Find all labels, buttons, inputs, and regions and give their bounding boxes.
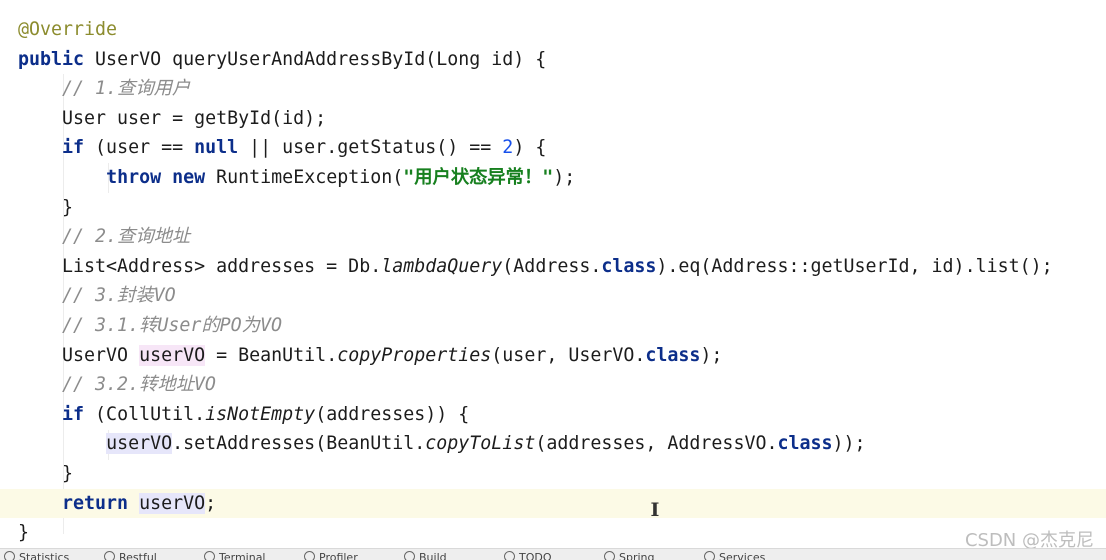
code-token: isNotEmpty <box>205 403 316 425</box>
code-token: @Override <box>18 19 118 40</box>
code-token: UserVO <box>18 344 140 366</box>
code-line[interactable]: // 2.查询地址 <box>0 222 1106 251</box>
code-token: ).eq(Address::getUserId, id).list(); <box>656 255 1053 277</box>
code-token: throw <box>106 167 162 188</box>
code-token: (addresses, AddressVO. <box>535 433 778 455</box>
code-line[interactable]: if (CollUtil.isNotEmpty(addresses)) { <box>0 400 1106 429</box>
code-token: null <box>194 137 239 159</box>
code-token: "用户状态异常！" <box>403 167 554 188</box>
code-line[interactable]: // 3.2.转地址VO <box>0 370 1106 399</box>
code-token: new <box>172 167 206 188</box>
code-line[interactable]: userVO.setAddresses(BeanUtil.copyToList(… <box>0 429 1106 458</box>
code-line[interactable]: throw new RuntimeException("用户状态异常！"); <box>0 163 1106 192</box>
code-token: ); <box>553 167 576 188</box>
code-line[interactable]: UserVO userVO = BeanUtil.copyProperties(… <box>0 341 1106 370</box>
code-token: copyProperties <box>337 344 492 366</box>
code-token: (user, UserVO. <box>491 344 646 366</box>
code-token: User user = getById(id); <box>18 107 327 129</box>
code-line[interactable]: // 1.查询用户 <box>0 74 1106 103</box>
code-token: ); <box>700 344 723 366</box>
text-cursor-icon: I <box>650 499 660 521</box>
code-line[interactable]: @Override <box>0 15 1106 44</box>
code-token: UserVO queryUserAndAddressById(Long id) … <box>84 48 547 70</box>
code-token: if <box>62 403 85 425</box>
code-token: userVO <box>106 433 173 455</box>
code-token: lambdaQuery <box>381 255 503 277</box>
code-line[interactable]: List<Address> addresses = Db.lambdaQuery… <box>0 252 1106 281</box>
code-token: 2 <box>502 137 514 159</box>
code-token: (addresses)) { <box>315 403 470 425</box>
code-token: (Address. <box>502 255 602 277</box>
code-token: = BeanUtil. <box>205 344 338 366</box>
code-line[interactable]: if (user == null || user.getStatus() == … <box>0 133 1106 162</box>
code-token: } <box>18 463 74 484</box>
code-token: // 3.2.转地址VO <box>62 374 216 396</box>
code-line[interactable]: } <box>0 518 1106 547</box>
code-token: class <box>645 344 701 366</box>
code-token: copyToList <box>425 433 536 455</box>
code-token: // 3.1.转User的PO为VO <box>62 315 282 336</box>
code-token: userVO <box>139 492 206 514</box>
code-token: class <box>777 433 833 455</box>
code-token: // 1.查询用户 <box>62 78 191 100</box>
code-token: || user.getStatus() == <box>238 137 503 159</box>
code-token: // 2.查询地址 <box>62 226 191 248</box>
code-token: // 3.封装VO <box>62 285 176 307</box>
code-token: (CollUtil. <box>84 403 206 425</box>
code-token: ; <box>205 492 217 514</box>
code-token: if <box>62 137 85 159</box>
code-token: userVO <box>139 344 206 366</box>
code-token: class <box>601 255 657 277</box>
code-token: } <box>18 196 74 218</box>
code-line-current[interactable]: return userVO; <box>0 488 1106 518</box>
code-line[interactable]: } <box>0 459 1106 488</box>
code-token: public <box>18 48 85 70</box>
code-line[interactable]: // 3.封装VO <box>0 281 1106 310</box>
code-editor[interactable]: @Override public UserVO queryUserAndAddre… <box>0 0 1106 548</box>
code-token: List<Address> addresses = Db. <box>18 255 382 277</box>
code-line[interactable]: User user = getById(id); <box>0 104 1106 133</box>
code-line[interactable]: public UserVO queryUserAndAddressById(Lo… <box>0 45 1106 74</box>
code-token: (user == <box>84 137 195 159</box>
code-token: return <box>62 492 129 514</box>
code-token: } <box>18 522 30 544</box>
code-token: )); <box>832 433 866 455</box>
code-token: .setAddresses(BeanUtil. <box>172 433 426 455</box>
status-bar: Statistics Restful Terminal Profiler Build TO… <box>0 548 1106 560</box>
code-token: RuntimeException( <box>205 167 404 188</box>
code-line[interactable]: } <box>0 193 1106 222</box>
code-line[interactable]: // 3.1.转User的PO为VO <box>0 311 1106 340</box>
code-token: ) { <box>513 137 547 159</box>
